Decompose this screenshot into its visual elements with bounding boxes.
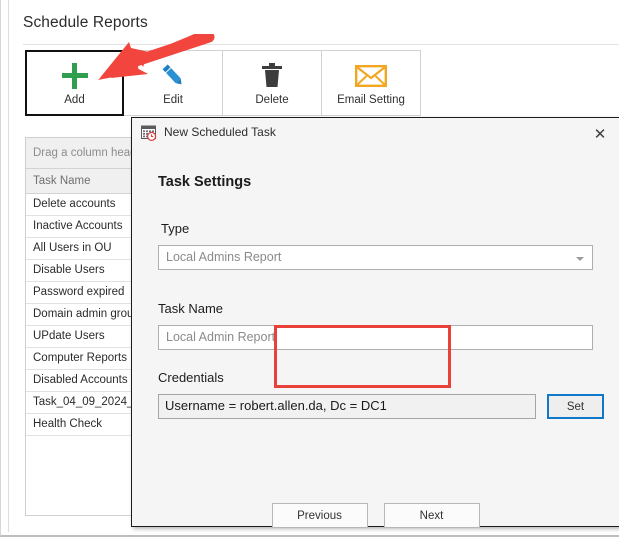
dialog-body: Task Settings Type Local Admins Report T… [132, 148, 619, 528]
credentials-value-box[interactable]: Username = robert.allen.da, Dc = DC1 [158, 394, 536, 419]
table-row[interactable]: Health Check [26, 414, 139, 436]
table-row[interactable]: Task_04_09_2024_... [26, 392, 139, 414]
type-selected-value: Local Admins Report [166, 250, 282, 264]
type-label: Type [161, 221, 190, 236]
table-row[interactable]: Delete accounts [26, 194, 139, 216]
application-window: Schedule Reports Add Edit Delete Email S… [0, 0, 619, 537]
grid-rows: Delete accounts Inactive Accounts All User… [26, 194, 139, 436]
dialog-title: New Scheduled Task [164, 125, 276, 139]
pencil-icon [158, 60, 188, 92]
page-title: Schedule Reports [23, 14, 148, 31]
set-credentials-button[interactable]: Set [547, 394, 604, 419]
table-row[interactable]: Computer Reports [26, 348, 139, 370]
table-row[interactable]: Disable Users [26, 260, 139, 282]
credentials-value: Username = robert.allen.da, Dc = DC1 [165, 398, 387, 413]
email-setting-button[interactable]: Email Setting [322, 50, 421, 116]
plus-icon [61, 60, 88, 92]
task-name-label: Task Name [158, 301, 224, 316]
section-heading: Task Settings [158, 174, 252, 190]
edit-button[interactable]: Edit [124, 50, 223, 116]
credentials-label: Credentials [158, 370, 224, 385]
next-button[interactable]: Next [383, 503, 480, 528]
table-row[interactable]: Domain admin group [26, 304, 139, 326]
task-name-input[interactable]: Local Admin Report [158, 325, 593, 350]
dialog-titlebar: New Scheduled Task ✕ [132, 118, 619, 148]
task-name-value: Local Admin Report [166, 330, 276, 344]
envelope-icon [355, 60, 387, 92]
chevron-down-icon [576, 257, 584, 261]
dialog-nav-buttons: Previous Next [132, 503, 619, 528]
close-icon[interactable]: ✕ [587, 122, 613, 146]
credentials-field-group: Credentials Username = robert.allen.da, … [158, 370, 604, 419]
add-button-label: Add [64, 94, 85, 106]
new-scheduled-task-dialog: New Scheduled Task ✕ Task Settings Type … [131, 117, 619, 528]
previous-button[interactable]: Previous [271, 503, 368, 528]
task-grid[interactable]: Drag a column heade Task Name Delete acc… [25, 137, 140, 516]
type-select[interactable]: Local Admins Report [158, 245, 593, 270]
delete-button[interactable]: Delete [223, 50, 322, 116]
table-row[interactable]: Disabled Accounts [26, 370, 139, 392]
table-row[interactable]: All Users in OU [26, 238, 139, 260]
grid-drag-hint: Drag a column heade [26, 138, 139, 169]
trash-icon [259, 60, 285, 92]
table-row[interactable]: Inactive Accounts [26, 216, 139, 238]
task-name-field-group: Task Name Local Admin Report [158, 301, 593, 350]
delete-button-label: Delete [255, 94, 289, 106]
grid-column-header-task-name[interactable]: Task Name [26, 169, 139, 194]
add-button[interactable]: Add [25, 50, 124, 116]
table-row[interactable]: UPdate Users [26, 326, 139, 348]
application-content: Schedule Reports Add Edit Delete Email S… [8, 0, 619, 532]
email-setting-button-label: Email Setting [337, 94, 405, 106]
edit-button-label: Edit [163, 94, 183, 106]
calendar-clock-icon [141, 125, 157, 141]
toolbar: Add Edit Delete Email Setting [25, 50, 421, 116]
table-row[interactable]: Password expired [26, 282, 139, 304]
title-divider [23, 44, 619, 45]
